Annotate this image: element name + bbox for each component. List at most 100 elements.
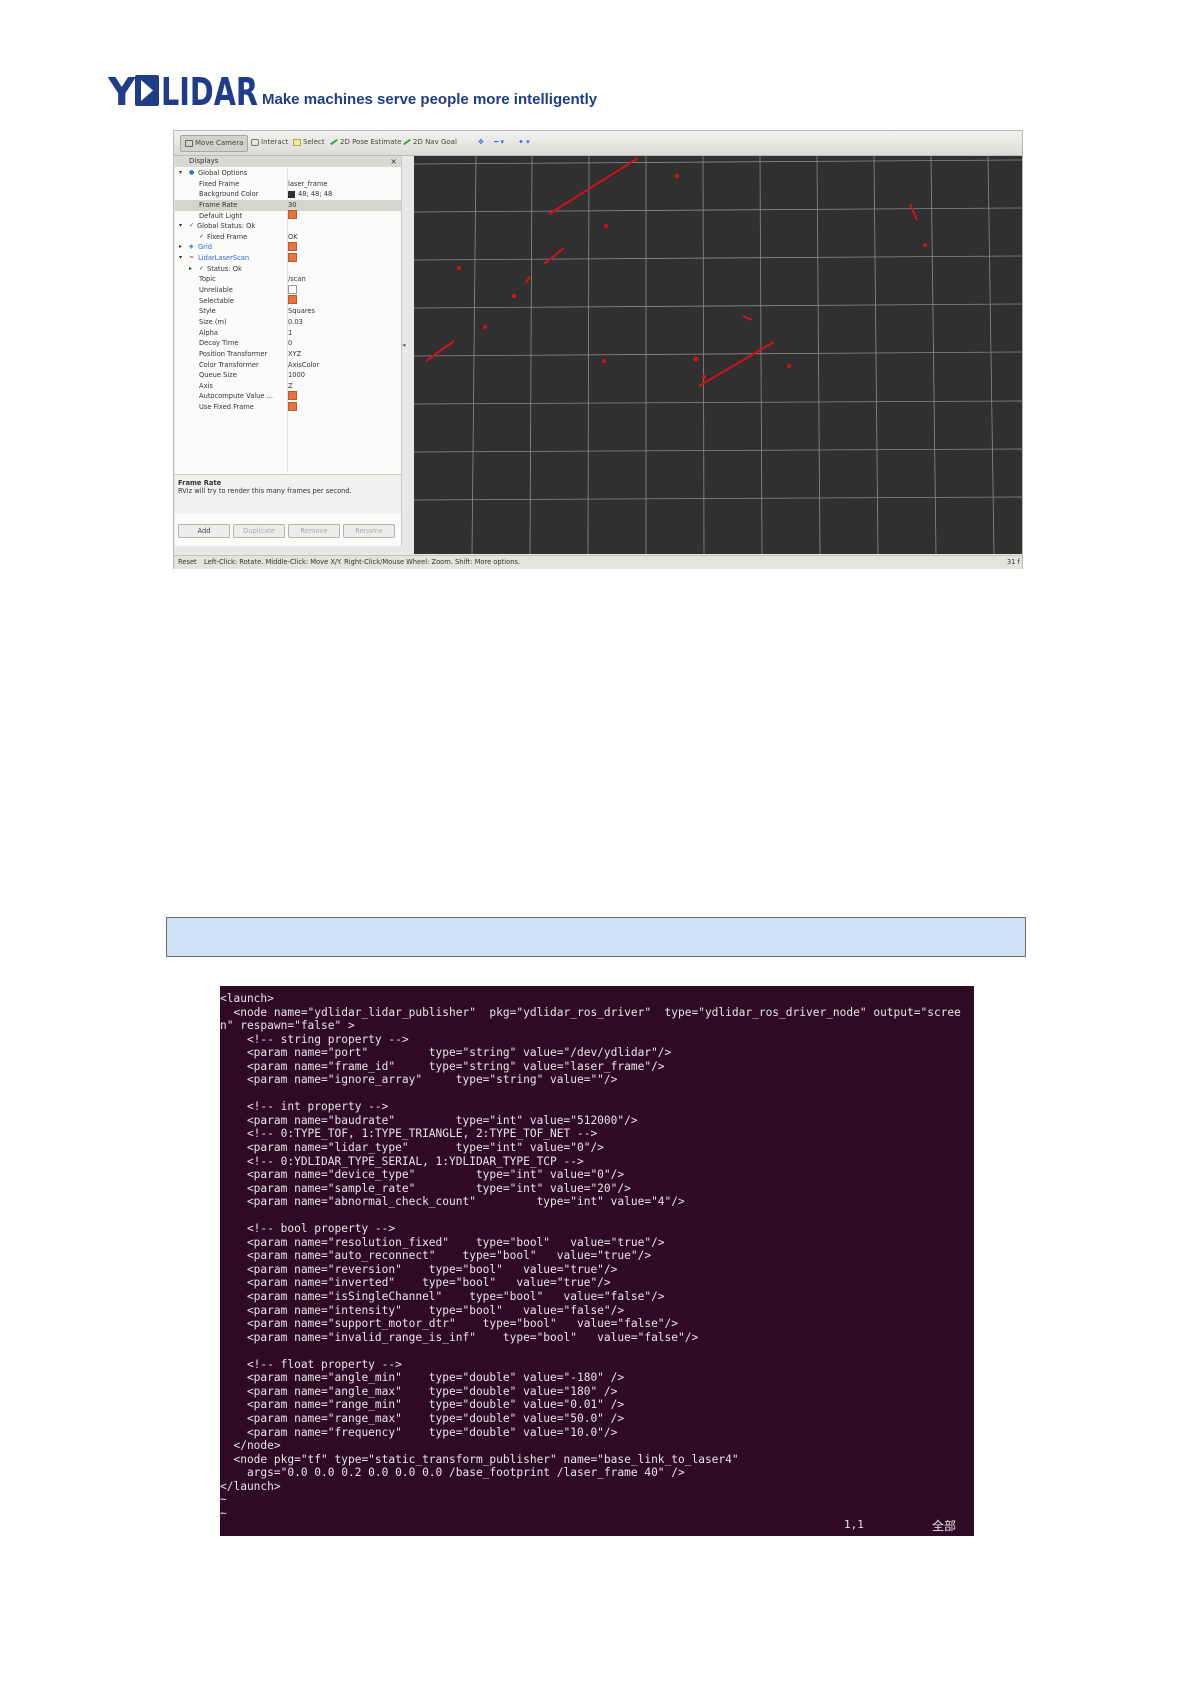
checkbox[interactable] — [288, 210, 297, 220]
property-name: Position Transformer — [199, 349, 268, 358]
display-property-row[interactable]: Color Transformer AxisColor — [175, 360, 401, 371]
display-property-row[interactable]: Topic/scan — [175, 274, 401, 285]
tool-2d-nav-goal[interactable]: 2D Nav Goal — [399, 135, 461, 150]
display-property-row[interactable]: ▸ Grid ◈ — [175, 241, 401, 253]
property-name: Color Transformer — [199, 360, 259, 369]
property-value[interactable]: XYZ — [288, 349, 301, 360]
property-value[interactable] — [288, 241, 297, 253]
3d-viewer[interactable] — [414, 156, 1022, 554]
display-property-row[interactable]: Queue Size 1000 — [175, 370, 401, 381]
property-value-text: AxisColor — [288, 360, 320, 369]
display-property-row[interactable]: Selectable — [175, 295, 401, 307]
expand-down-icon[interactable]: ▾ — [179, 221, 182, 232]
checkbox[interactable] — [288, 401, 297, 411]
property-name: Alpha — [199, 328, 219, 337]
display-property-row[interactable]: Use Fixed Frame — [175, 401, 401, 413]
fps-readout: 31 f — [1007, 558, 1020, 566]
property-value[interactable]: 0 — [288, 338, 292, 349]
property-name: Fixed Frame — [199, 179, 240, 188]
checkbox[interactable] — [288, 241, 297, 251]
display-property-row[interactable]: Decay Time 0 — [175, 338, 401, 349]
property-value[interactable]: AxisColor — [288, 360, 319, 371]
property-value[interactable]: 30 — [288, 200, 297, 211]
checkbox[interactable] — [288, 284, 297, 294]
property-name: Queue Size — [199, 371, 237, 380]
property-value-text: 1000 — [288, 371, 306, 380]
status-bar: Reset Left-Click: Rotate. Middle-Click: … — [174, 555, 1022, 569]
display-property-row[interactable]: Axis Z — [175, 381, 401, 392]
tool-select[interactable]: Select — [289, 135, 329, 150]
property-name: Unreliable — [199, 286, 233, 295]
display-property-row[interactable]: ▾ Global Status: Ok ✓ — [175, 221, 401, 232]
property-name: Size (m) — [199, 317, 227, 326]
display-property-row[interactable]: Default Light — [175, 210, 401, 222]
property-value[interactable]: Z — [288, 381, 293, 392]
property-value[interactable]: Squares — [288, 306, 315, 317]
checkbox[interactable] — [288, 295, 297, 305]
add-button[interactable]: Add — [178, 524, 230, 538]
select-icon — [293, 138, 301, 146]
property-value[interactable] — [288, 295, 297, 307]
checkbox[interactable] — [288, 390, 297, 400]
rename-button[interactable]: Rename — [343, 524, 395, 538]
display-property-row[interactable]: Fixed Frame laser_frame — [175, 179, 401, 190]
display-property-row[interactable]: Style Squares — [175, 306, 401, 317]
ok-check-icon: ✓ — [199, 232, 205, 240]
tool-interact[interactable]: Interact — [247, 135, 292, 150]
property-name: Style — [199, 307, 216, 316]
property-name: Fixed Frame — [207, 232, 248, 241]
property-value-text: OK — [288, 232, 298, 241]
duplicate-button[interactable]: Duplicate — [233, 524, 285, 538]
display-property-row[interactable]: Background Color 48; 48; 48 — [175, 189, 401, 200]
display-property-row[interactable]: Frame Rate 30 — [175, 199, 401, 211]
rviz-window: Move Camera Interact Select 2D Pose Esti… — [173, 130, 1023, 569]
property-value-text: Squares — [288, 307, 316, 316]
property-value[interactable] — [288, 210, 297, 222]
property-value[interactable] — [288, 390, 297, 402]
property-value-text: 48; 48; 48 — [298, 190, 333, 199]
display-property-row[interactable]: ▸ Status: Ok ✓ — [175, 264, 401, 275]
tool-move-camera[interactable]: Move Camera — [180, 135, 249, 152]
grid-icon: ◈ — [189, 243, 194, 251]
checkbox[interactable] — [288, 252, 297, 262]
help-title: Frame Rate — [178, 479, 222, 487]
property-value[interactable]: laser_frame — [288, 179, 327, 190]
remove-button[interactable]: Remove — [288, 524, 340, 538]
close-icon[interactable]: × — [390, 156, 397, 167]
color-swatch[interactable] — [288, 190, 295, 198]
property-value-text: XYZ — [288, 349, 302, 358]
expand-right-icon[interactable]: ▸ — [179, 242, 182, 253]
move-icon[interactable]: ✥ — [474, 135, 488, 150]
property-value[interactable]: 0.03 — [288, 317, 303, 328]
property-name: Background Color — [199, 190, 259, 199]
property-name: Status: Ok — [207, 264, 242, 273]
plus-icon[interactable]: ✦ ▾ — [514, 135, 534, 150]
displays-panel: Displays × ▾ Global Options ● Fixed Frame la… — [175, 156, 402, 546]
property-value[interactable] — [288, 252, 297, 264]
expand-down-icon[interactable]: ▾ — [179, 168, 182, 179]
tool-2d-pose-estimate[interactable]: 2D Pose Estimate — [326, 135, 405, 150]
ok-check-icon: ✓ — [199, 264, 205, 272]
display-property-row[interactable]: Unreliable — [175, 284, 401, 296]
display-property-row[interactable]: Size (m) 0.03 — [175, 317, 401, 328]
display-property-row[interactable]: Fixed Frame ✓ OK — [175, 232, 401, 243]
property-value[interactable] — [288, 401, 297, 413]
expand-down-icon[interactable]: ▾ — [179, 253, 182, 264]
property-value[interactable]: OK — [288, 232, 298, 243]
property-value[interactable]: 48; 48; 48 — [288, 189, 332, 200]
property-value[interactable]: /scan — [288, 274, 306, 285]
display-property-row[interactable]: Alpha 1 — [175, 328, 401, 339]
property-value[interactable]: 1 — [288, 328, 292, 339]
collapse-arrow-icon[interactable]: ◂ — [402, 341, 406, 349]
minus-icon[interactable]: ━ ▾ — [490, 135, 508, 150]
display-property-row[interactable]: ▾ LidarLaserScan ≈ — [175, 252, 401, 264]
display-property-row[interactable]: Position Transformer XYZ — [175, 349, 401, 360]
display-property-row[interactable]: Autocompute Value ... — [175, 390, 401, 402]
property-value[interactable] — [288, 284, 297, 296]
property-value[interactable]: 1000 — [288, 370, 305, 381]
display-property-row[interactable]: ▾ Global Options ● — [175, 168, 401, 179]
property-name: Autocompute Value ... — [199, 392, 274, 401]
reset-button[interactable]: Reset — [178, 556, 197, 569]
ydlidar-logo: Y LIDAR — [108, 70, 258, 112]
expand-right-icon[interactable]: ▸ — [189, 264, 192, 275]
